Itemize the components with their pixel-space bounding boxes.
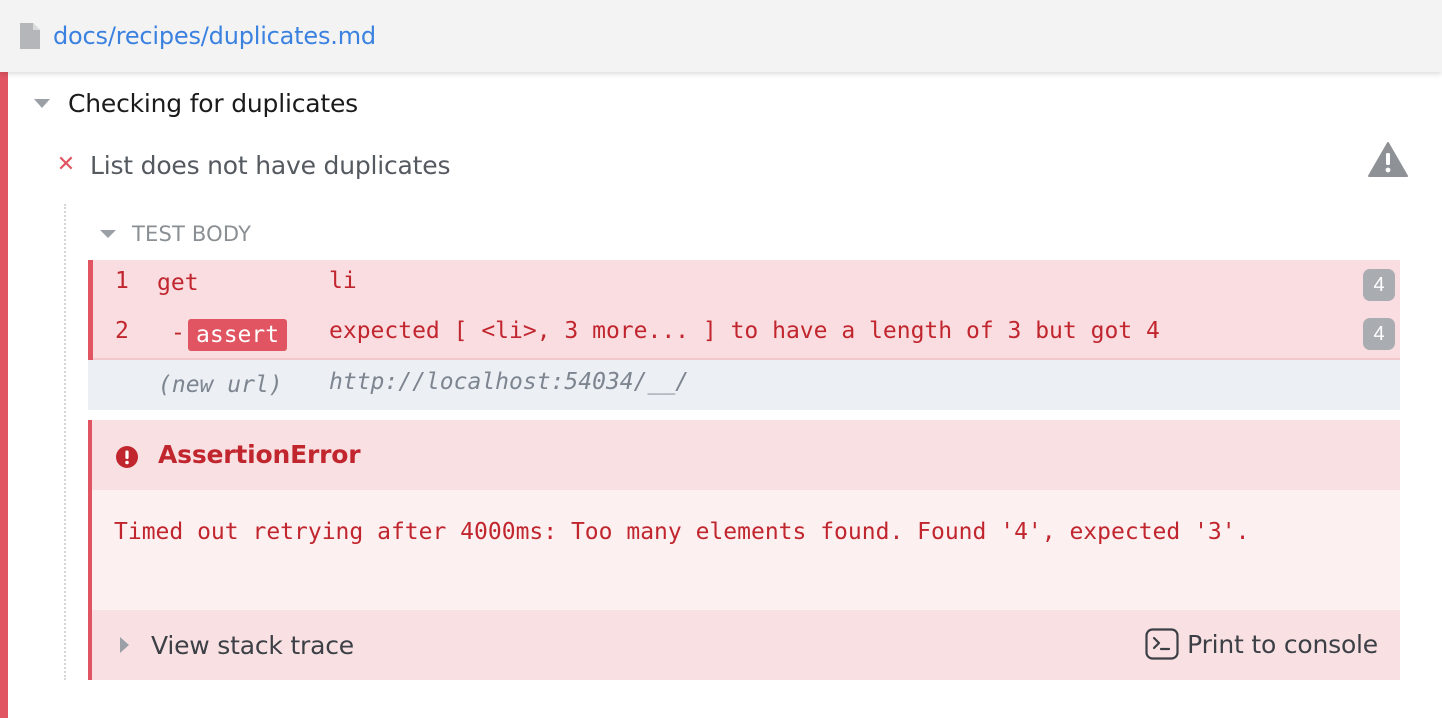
view-stack-trace-toggle[interactable]: View stack trace [120, 628, 354, 662]
expand-triangle-icon [120, 637, 129, 653]
file-path-link[interactable]: docs/recipes/duplicates.md [53, 22, 376, 50]
fail-x-icon: ✕ [56, 152, 76, 177]
new-url-event-row[interactable]: (new url) http://localhost:54034/__/ [88, 360, 1400, 410]
command-list: 1 get li 4 2 - assert expected [ <li>, 3… [88, 260, 1400, 360]
file-icon [20, 23, 40, 49]
error-name: AssertionError [158, 440, 361, 469]
assert-badge: assert [188, 319, 288, 351]
command-number: 1 [115, 268, 129, 294]
test-toggle[interactable]: ✕ List does not have duplicates [56, 146, 451, 184]
error-panel: AssertionError Timed out retrying after … [88, 420, 1400, 680]
command-message: expected [ <li>, 3 more... ] to have a l… [329, 318, 1160, 344]
command-prefix: - [171, 320, 185, 346]
collapse-triangle-icon [34, 98, 50, 108]
error-circle-icon [116, 446, 138, 468]
stack-trace-label: View stack trace [151, 630, 354, 660]
print-to-console-label: Print to console [1187, 629, 1378, 659]
element-count-badge: 4 [1363, 318, 1395, 350]
event-label: (new url) [158, 372, 283, 398]
event-url: http://localhost:54034/__/ [329, 369, 690, 395]
command-message: li [329, 268, 357, 294]
nesting-guide [64, 204, 66, 680]
error-message: Timed out retrying after 4000ms: Too man… [114, 519, 1250, 545]
command-number: 2 [115, 318, 129, 344]
command-name: get [157, 270, 199, 296]
print-to-console-button[interactable]: Print to console [1145, 626, 1378, 662]
command-row[interactable]: 2 - assert expected [ <li>, 3 more... ] … [93, 310, 1400, 358]
suite-title: Checking for duplicates [68, 88, 358, 118]
warning-icon[interactable] [1368, 142, 1408, 178]
test-body-label: TEST BODY [132, 222, 252, 246]
file-header: docs/recipes/duplicates.md [0, 0, 1442, 72]
failed-state-stripe [0, 72, 8, 718]
error-footer: View stack trace Print to console [92, 610, 1400, 680]
terminal-icon [1145, 628, 1179, 660]
element-count-badge: 4 [1363, 269, 1395, 301]
error-header: AssertionError [92, 420, 1400, 490]
suite-toggle[interactable]: Checking for duplicates [30, 84, 358, 122]
test-body-toggle[interactable]: TEST BODY [100, 218, 251, 250]
collapse-triangle-icon [100, 230, 116, 238]
test-title: List does not have duplicates [90, 150, 451, 180]
command-row[interactable]: 1 get li 4 [93, 260, 1400, 308]
